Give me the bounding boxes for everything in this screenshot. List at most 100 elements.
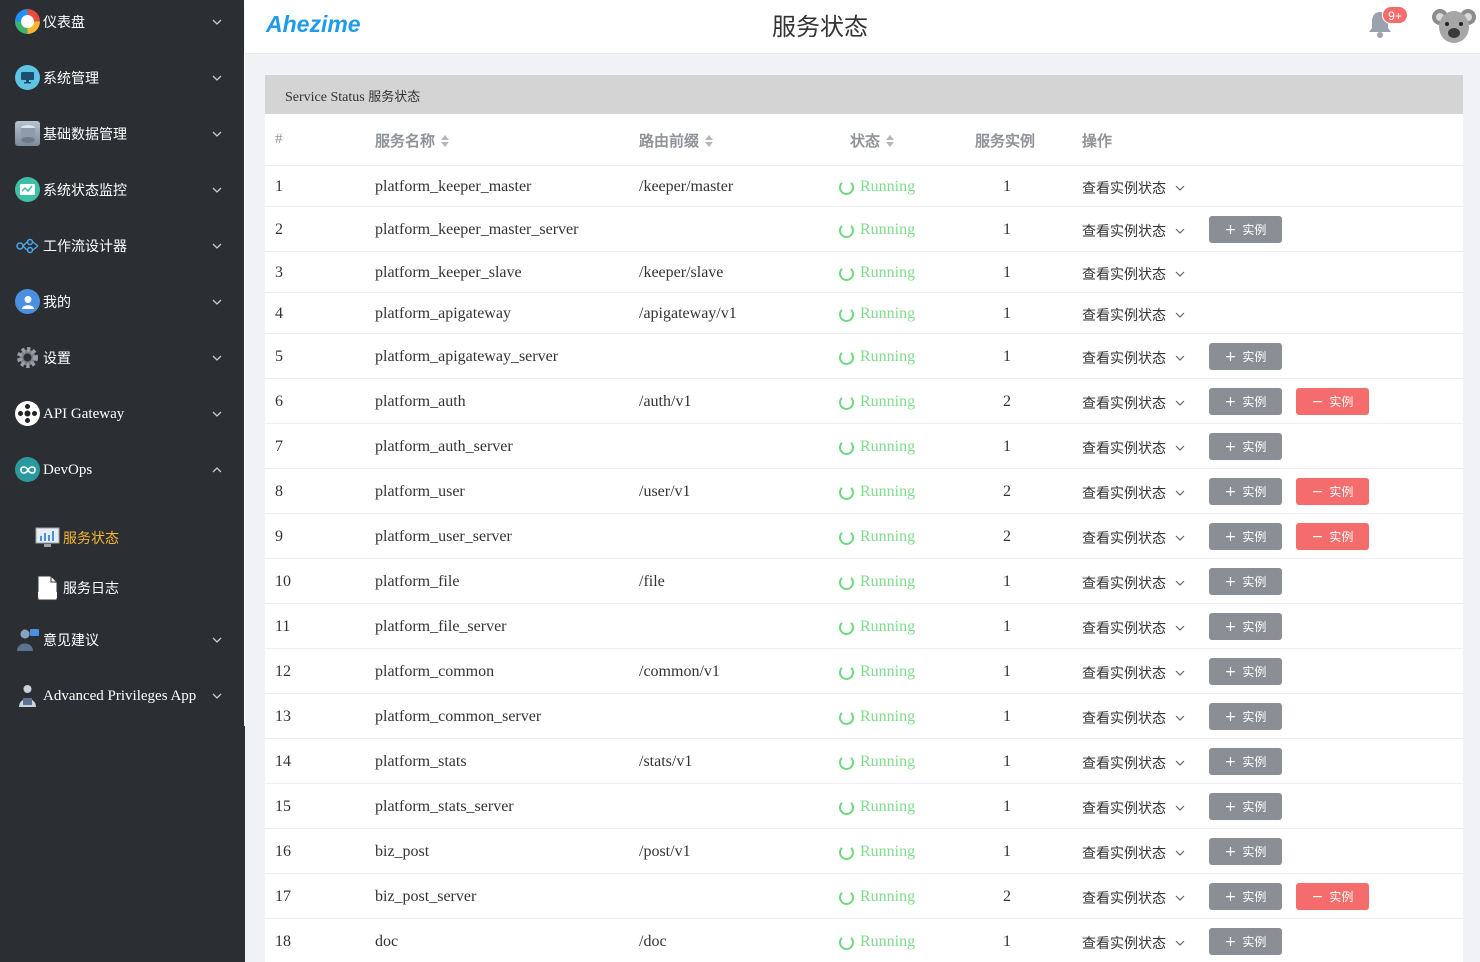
add-instance-button[interactable]: + 实例 <box>1209 748 1282 775</box>
add-instance-button[interactable]: + 实例 <box>1209 478 1282 505</box>
add-instance-label: 实例 <box>1242 845 1267 859</box>
sidebar-item-label: 基础数据管理 <box>43 127 127 143</box>
view-instance-status-dropdown[interactable]: 查看实例状态 <box>1082 933 1186 953</box>
plus-icon: + <box>1224 221 1237 238</box>
service-name: platform_stats <box>375 753 467 770</box>
sidebar-item-mine[interactable]: 我的 <box>0 274 245 330</box>
instance-count: 1 <box>1003 618 1011 635</box>
sort-icon[interactable] <box>705 134 714 147</box>
add-instance-button[interactable]: + 实例 <box>1209 216 1282 243</box>
view-instance-status-dropdown[interactable]: 查看实例状态 <box>1082 305 1186 325</box>
sidebar-item-workflow[interactable]: 工作流设计器 <box>0 218 245 274</box>
add-instance-button[interactable]: + 实例 <box>1209 568 1282 595</box>
add-instance-button[interactable]: + 实例 <box>1209 838 1282 865</box>
add-instance-button[interactable]: + 实例 <box>1209 703 1282 730</box>
add-instance-button[interactable]: + 实例 <box>1209 658 1282 685</box>
view-instance-status-dropdown[interactable]: 查看实例状态 <box>1082 178 1186 198</box>
status-text: Running <box>860 573 916 590</box>
view-instance-status-dropdown[interactable]: 查看实例状态 <box>1082 264 1186 284</box>
table-row: 3 platform_keeper_slave/keeper/slave Runni… <box>265 252 1463 293</box>
instance-count: 1 <box>1003 178 1011 195</box>
running-spinner-icon <box>839 439 854 455</box>
header-status[interactable]: 状态 <box>850 130 895 151</box>
add-instance-button[interactable]: + 实例 <box>1209 343 1282 370</box>
view-instance-status-label: 查看实例状态 <box>1082 801 1166 817</box>
view-instance-status-dropdown[interactable]: 查看实例状态 <box>1082 888 1186 908</box>
sidebar-item-devops[interactable]: DevOps <box>0 442 245 498</box>
running-spinner-icon <box>839 799 854 815</box>
view-instance-status-dropdown[interactable]: 查看实例状态 <box>1082 438 1186 458</box>
sidebar-item-label: 仪表盘 <box>43 15 85 31</box>
remove-instance-button[interactable]: − 实例 <box>1296 388 1369 415</box>
status-text: Running <box>860 483 916 500</box>
sidebar-subitem-service-log[interactable]: 服务日志 <box>0 564 245 612</box>
chevron-down-icon <box>212 131 222 137</box>
status-cell: Running <box>839 888 915 906</box>
api-gateway-icon <box>15 401 40 426</box>
instance-count: 2 <box>1003 528 1011 545</box>
sidebar-item-system-management[interactable]: 系统管理 <box>0 50 245 106</box>
add-instance-button[interactable]: + 实例 <box>1209 433 1282 460</box>
panel-title-en: Service Status <box>285 90 365 105</box>
view-instance-status-dropdown[interactable]: 查看实例状态 <box>1082 798 1186 818</box>
row-index: 5 <box>275 348 283 365</box>
view-instance-status-dropdown[interactable]: 查看实例状态 <box>1082 753 1186 773</box>
chart-screen-icon <box>35 527 60 549</box>
view-instance-status-dropdown[interactable]: 查看实例状态 <box>1082 483 1186 503</box>
view-instance-status-dropdown[interactable]: 查看实例状态 <box>1082 393 1186 413</box>
sidebar-item-status-monitor[interactable]: 系统状态监控 <box>0 162 245 218</box>
chevron-down-icon <box>1175 228 1185 234</box>
header-name[interactable]: 服务名称 <box>375 130 450 151</box>
view-instance-status-dropdown[interactable]: 查看实例状态 <box>1082 221 1186 241</box>
header-index: # <box>275 131 283 147</box>
sort-icon[interactable] <box>441 134 450 147</box>
minus-icon: − <box>1311 393 1324 410</box>
sidebar-item-label: 系统状态监控 <box>43 183 127 199</box>
add-instance-button[interactable]: + 实例 <box>1209 793 1282 820</box>
view-instance-status-dropdown[interactable]: 查看实例状态 <box>1082 843 1186 863</box>
view-instance-status-label: 查看实例状态 <box>1082 666 1166 682</box>
remove-instance-button[interactable]: − 实例 <box>1296 523 1369 550</box>
remove-instance-button[interactable]: − 实例 <box>1296 883 1369 910</box>
running-spinner-icon <box>839 394 854 410</box>
sidebar-subitem-service-status[interactable]: 服务状态 <box>0 514 245 562</box>
panel-title: Service Status 服务状态 <box>285 86 420 106</box>
running-spinner-icon <box>839 889 854 905</box>
avatar[interactable] <box>1432 4 1476 46</box>
remove-instance-button[interactable]: − 实例 <box>1296 478 1369 505</box>
sidebar-item-feedback[interactable]: 意见建议 <box>0 612 245 668</box>
view-instance-status-dropdown[interactable]: 查看实例状态 <box>1082 348 1186 368</box>
view-instance-status-label: 查看实例状态 <box>1082 576 1166 592</box>
logo[interactable]: Ahezime <box>266 11 361 38</box>
status-text: Running <box>860 843 916 860</box>
sidebar-item-settings[interactable]: 设置 <box>0 330 245 386</box>
sidebar-item-api-gateway[interactable]: API Gateway <box>0 386 245 442</box>
add-instance-label: 实例 <box>1242 530 1267 544</box>
add-instance-button[interactable]: + 实例 <box>1209 523 1282 550</box>
row-index: 16 <box>275 843 291 860</box>
row-index: 15 <box>275 798 291 815</box>
add-instance-button[interactable]: + 实例 <box>1209 613 1282 640</box>
running-spinner-icon <box>839 844 854 860</box>
view-instance-status-dropdown[interactable]: 查看实例状态 <box>1082 618 1186 638</box>
service-name: biz_post_server <box>375 888 477 905</box>
view-instance-status-dropdown[interactable]: 查看实例状态 <box>1082 708 1186 728</box>
view-instance-status-dropdown[interactable]: 查看实例状态 <box>1082 573 1186 593</box>
status-text: Running <box>860 438 916 455</box>
service-status-panel: Service Status 服务状态 # 服务名称 路由前缀 状态 服务实例 … <box>265 75 1463 962</box>
database-icon <box>15 121 40 146</box>
header-route[interactable]: 路由前缀 <box>639 130 714 151</box>
add-instance-button[interactable]: + 实例 <box>1209 883 1282 910</box>
view-instance-status-dropdown[interactable]: 查看实例状态 <box>1082 528 1186 548</box>
sort-icon[interactable] <box>886 134 895 147</box>
add-instance-button[interactable]: + 实例 <box>1209 928 1282 955</box>
status-text: Running <box>860 305 916 322</box>
sidebar-item-advanced-privileges[interactable]: Advanced Privileges App <box>0 668 245 724</box>
view-instance-status-label: 查看实例状态 <box>1082 621 1166 637</box>
add-instance-button[interactable]: + 实例 <box>1209 388 1282 415</box>
sidebar-item-base-data[interactable]: 基础数据管理 <box>0 106 245 162</box>
status-cell: Running <box>839 708 915 726</box>
sidebar-item-dashboard[interactable]: 仪表盘 <box>0 0 245 50</box>
chevron-down-icon <box>1175 895 1185 901</box>
view-instance-status-dropdown[interactable]: 查看实例状态 <box>1082 663 1186 683</box>
